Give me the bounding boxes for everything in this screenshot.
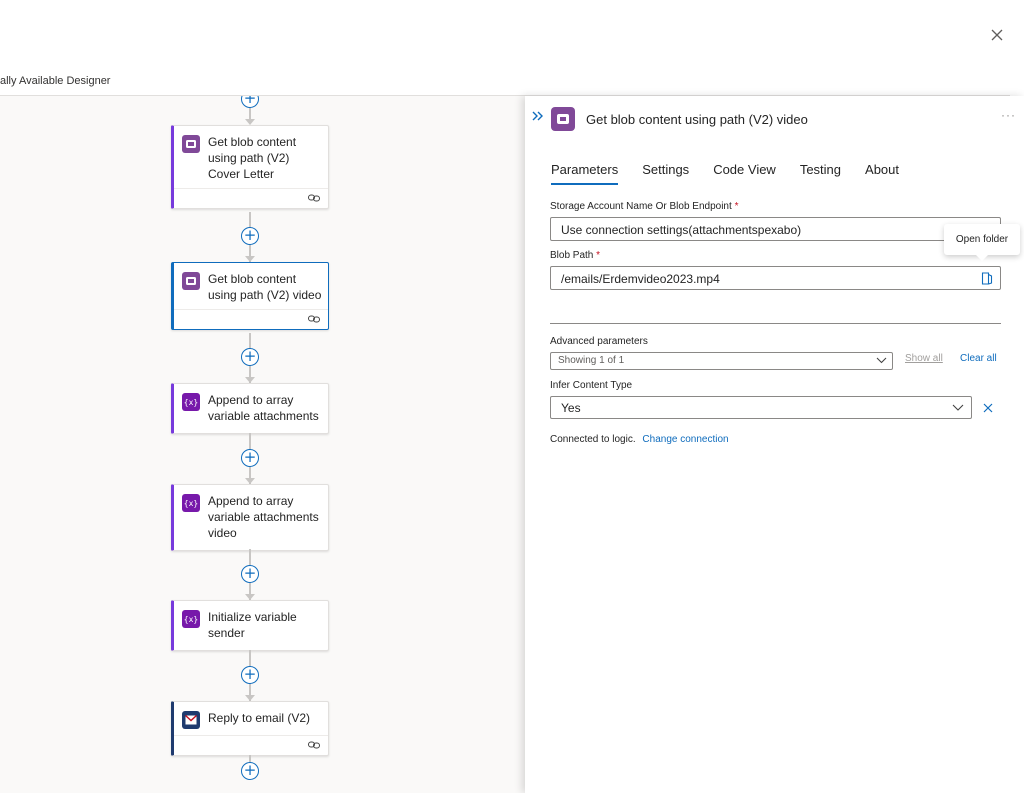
more-options-button[interactable]: ··· [1001,108,1016,122]
chevron-down-icon [952,404,964,411]
add-step-button[interactable]: + [241,565,259,583]
remove-parameter-icon[interactable] [983,403,993,413]
tab-about[interactable]: About [865,162,899,185]
variable-icon: {x} [182,393,200,411]
advanced-parameters-value: Showing 1 of 1 [558,355,625,366]
tab-testing[interactable]: Testing [800,162,841,185]
card-title: Get blob content using path (V2) Cover L… [208,135,297,181]
infer-content-type-value: Yes [561,401,581,415]
required-marker: * [734,201,739,212]
workflow-canvas: + Get blob content using path (V2) Cover… [0,96,525,793]
connection-link-icon [308,194,320,202]
card-title: Initialize variable sender [208,610,297,640]
action-card-initialize-sender[interactable]: {x} Initialize variable sender [171,600,329,651]
show-all-link[interactable]: Show all [905,353,943,364]
blob-storage-icon [182,135,200,153]
required-marker: * [596,250,601,261]
advanced-parameters-select[interactable]: Showing 1 of 1 [550,352,893,370]
section-divider [550,323,1001,324]
blob-storage-icon [182,272,200,290]
storage-account-label: Storage Account Name Or Blob Endpoint * [550,201,739,212]
action-card-reply-to-email[interactable]: Reply to email (V2) [171,701,329,756]
tab-code-view[interactable]: Code View [713,162,776,185]
add-step-button[interactable]: + [241,227,259,245]
card-title: Get blob content using path (V2) video [208,272,322,302]
chevron-down-icon [876,357,887,364]
connection-status: Connected to logic. Change connection [550,434,729,445]
tab-parameters[interactable]: Parameters [551,162,619,185]
variable-icon: {x} [182,494,200,512]
connection-link-icon [308,315,320,323]
designer-label: ally Available Designer [0,75,111,87]
action-card-get-blob-cover-letter[interactable]: Get blob content using path (V2) Cover L… [171,125,329,209]
double-chevron-right-icon[interactable] [531,109,545,123]
action-card-append-attachments[interactable]: {x} Append to array variable attachments [171,383,329,434]
mail-icon [182,711,200,729]
variable-icon: {x} [182,610,200,628]
blob-path-field[interactable]: /emails/Erdemvideo2023.mp4 [550,266,1001,290]
action-card-get-blob-video[interactable]: Get blob content using path (V2) video [171,262,329,330]
card-title: Append to array variable attachments vid… [208,494,319,540]
open-folder-tooltip: Open folder [944,224,1020,261]
change-connection-link[interactable]: Change connection [642,434,728,445]
infer-content-type-label: Infer Content Type [550,380,633,391]
add-step-button[interactable]: + [241,666,259,684]
action-details-panel: Get blob content using path (V2) video ·… [525,96,1024,793]
panel-tabs: Parameters Settings Code View Testing Ab… [551,162,923,185]
tab-settings[interactable]: Settings [642,162,689,185]
add-step-button[interactable]: + [241,96,259,108]
add-step-button[interactable]: + [241,762,259,780]
blob-storage-icon [551,107,575,131]
panel-title: Get blob content using path (V2) video [586,112,808,127]
advanced-parameters-label: Advanced parameters [550,336,648,347]
clear-all-link[interactable]: Clear all [960,353,997,364]
blob-path-label: Blob Path * [550,250,601,261]
card-title: Reply to email (V2) [208,711,311,725]
connection-link-icon [308,741,320,749]
add-step-button[interactable]: + [241,348,259,366]
infer-content-type-dropdown[interactable]: Yes [550,396,972,419]
storage-account-field[interactable]: Use connection settings(attachmentspexab… [550,217,1001,241]
add-step-button[interactable]: + [241,449,259,467]
close-icon[interactable] [988,26,1006,44]
card-title: Append to array variable attachments [208,393,319,423]
action-card-append-attachments-video[interactable]: {x} Append to array variable attachments… [171,484,329,551]
open-folder-icon[interactable] [981,272,993,285]
